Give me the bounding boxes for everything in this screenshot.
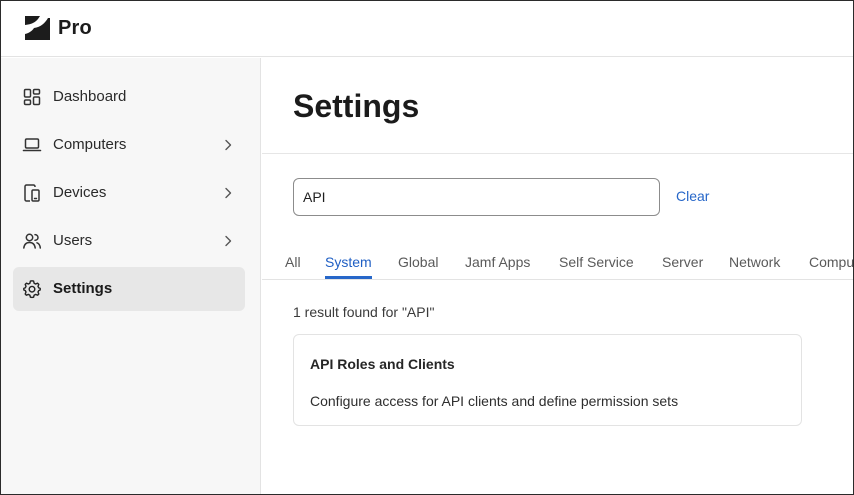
sidebar-item-devices[interactable]: Devices <box>13 171 245 215</box>
search-input[interactable] <box>293 178 660 216</box>
tab-jamf-apps[interactable]: Jamf Apps <box>465 254 530 279</box>
sidebar-item-label: Devices <box>53 184 107 201</box>
tab-global[interactable]: Global <box>398 254 438 279</box>
sidebar-item-users[interactable]: Users <box>13 219 245 263</box>
tab-self-service[interactable]: Self Service <box>559 254 634 279</box>
chevron-right-icon[interactable] <box>221 186 235 200</box>
laptop-icon <box>22 138 42 152</box>
clear-link[interactable]: Clear <box>676 188 709 204</box>
users-icon <box>23 233 42 249</box>
dashboard-grid-icon <box>23 88 41 106</box>
sidebar-item-computers[interactable]: Computers <box>13 123 245 167</box>
result-description: Configure access for API clients and def… <box>310 393 679 409</box>
sidebar-item-label: Settings <box>53 280 113 297</box>
page-title: Settings <box>293 88 420 124</box>
tab-system[interactable]: System <box>325 254 372 279</box>
gear-icon <box>23 280 41 299</box>
tab-server[interactable]: Server <box>662 254 703 279</box>
brand-name: Pro <box>58 17 92 39</box>
chevron-right-icon[interactable] <box>221 234 235 248</box>
sidebar-item-label: Dashboard <box>53 88 127 105</box>
tab-network[interactable]: Network <box>729 254 780 279</box>
tab-all[interactable]: All <box>285 254 301 279</box>
category-tabs: All System Global Jamf Apps Self Service… <box>262 246 853 280</box>
result-card[interactable]: API Roles and Clients Configure access f… <box>293 334 802 426</box>
devices-icon <box>24 184 40 202</box>
main-content: Settings Clear All System Global Jamf Ap… <box>262 58 853 494</box>
chevron-right-icon[interactable] <box>221 138 235 152</box>
tab-computer[interactable]: Computer <box>809 254 853 279</box>
sidebar-item-label: Users <box>53 232 93 249</box>
result-title[interactable]: API Roles and Clients <box>310 356 455 372</box>
divider <box>262 153 853 154</box>
sidebar-item-settings[interactable]: Settings <box>13 267 245 311</box>
app-window: Pro Dashboard Computers Devices Users Se… <box>0 0 854 495</box>
results-count: 1 result found for "API" <box>293 304 435 320</box>
sidebar-item-label: Computers <box>53 136 127 153</box>
sidebar-item-dashboard[interactable]: Dashboard <box>13 75 245 119</box>
sidebar: Dashboard Computers Devices Users Settin… <box>1 58 261 494</box>
jamf-logo-icon[interactable] <box>24 15 51 41</box>
top-bar: Pro <box>1 1 853 57</box>
